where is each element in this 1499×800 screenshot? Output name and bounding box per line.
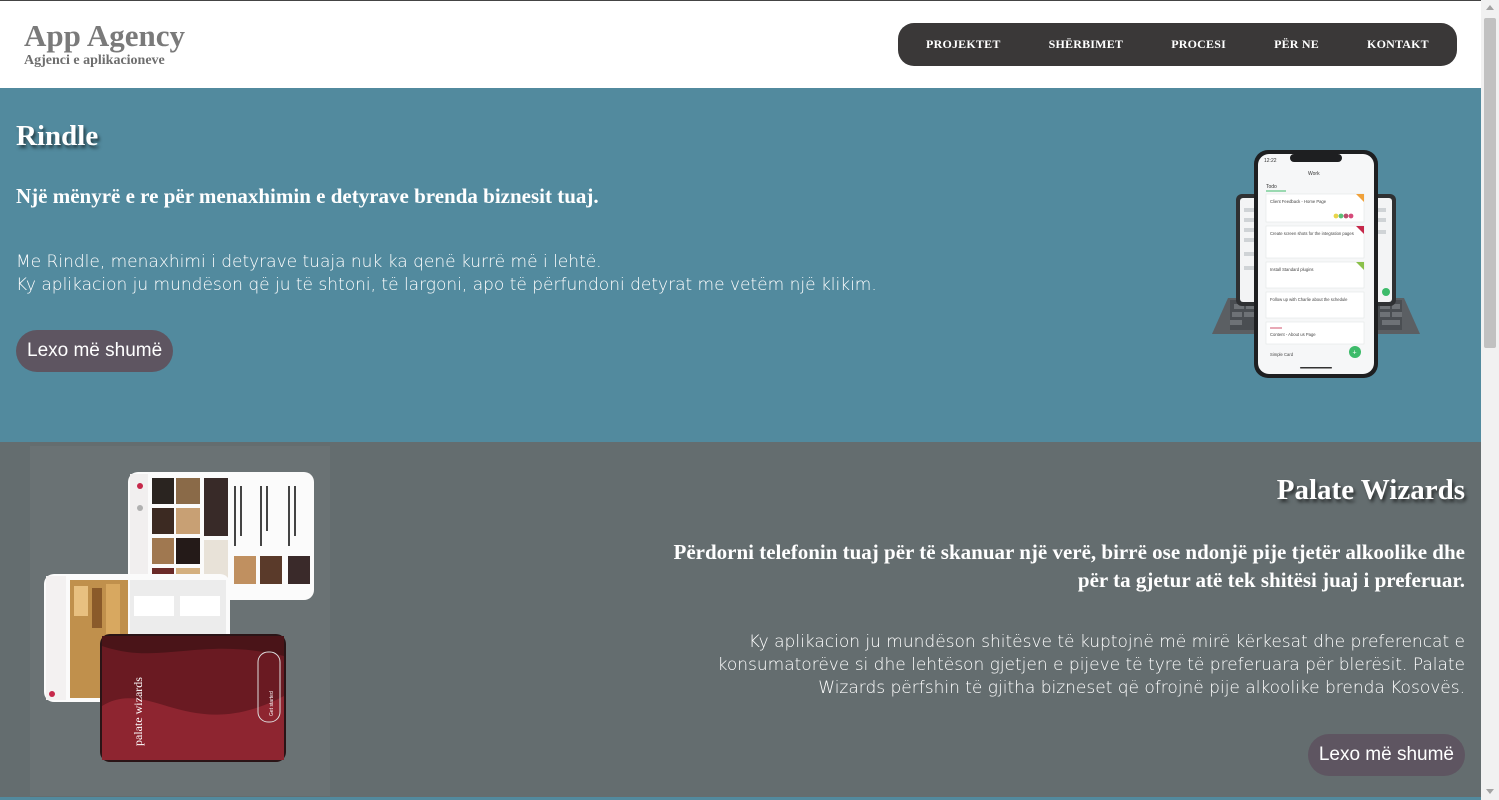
- scroll-down-arrow-icon[interactable]: [1486, 789, 1494, 794]
- nav-per-ne[interactable]: PËR NE: [1274, 37, 1319, 52]
- rindle-description: Me Rindle, menaxhimi i detyrave tuaja nu…: [16, 251, 1016, 297]
- rindle-subtitle: Një mënyrë e re për menaxhimin e detyrav…: [16, 184, 599, 208]
- nav-procesi[interactable]: PROCESI: [1171, 37, 1226, 52]
- phone-time: 12:22: [1264, 158, 1277, 164]
- brand-subtitle: Agjenci e aplikacioneve: [24, 53, 165, 68]
- brand[interactable]: App Agency Agjenci e aplikacioneve: [24, 19, 185, 69]
- rindle-desc-line2: Ky aplikacion ju mundëson që ju të shton…: [16, 275, 877, 295]
- page-scrollbar[interactable]: [1481, 0, 1499, 800]
- svg-text:+: +: [1353, 350, 1357, 357]
- phone-card-2: Create screen shots for the integration …: [1270, 231, 1354, 236]
- phone-footer: Simple Card: [1270, 352, 1294, 357]
- palate-wizards-read-more-button[interactable]: Lexo më shumë: [1307, 734, 1465, 776]
- palate-wizards-title: Palate Wizards: [1276, 474, 1465, 506]
- phone-card-3: Install Standard plugins: [1270, 267, 1314, 272]
- rindle-read-more-button[interactable]: Lexo më shumë: [16, 330, 174, 372]
- site-header: App Agency Agjenci e aplikacioneve PROJE…: [0, 0, 1481, 88]
- phone-card-1: Client Feedback - Home Page: [1270, 199, 1327, 204]
- phone-card-5: Content - About us Page: [1270, 332, 1316, 337]
- palate-wizards-subtitle: Përdorni telefonin tuaj për të skanuar n…: [673, 540, 1466, 592]
- rindle-desc-line1: Me Rindle, menaxhimi i detyrave tuaja nu…: [16, 252, 602, 272]
- scroll-up-arrow-icon[interactable]: [1486, 5, 1494, 10]
- palate-wizards-app-illustration: Get started palate wizards: [30, 446, 330, 796]
- scrollbar-thumb[interactable]: [1484, 18, 1496, 348]
- get-started-label: Get started: [269, 691, 275, 716]
- brand-title[interactable]: App Agency: [24, 19, 185, 53]
- nav-kontakt[interactable]: KONTAKT: [1367, 37, 1429, 52]
- phone-header: Work: [1308, 171, 1320, 177]
- phone-list-title: Todo: [1266, 184, 1277, 190]
- palate-wizards-logo: palate wizards: [131, 677, 145, 746]
- main-nav: PROJEKTET SHËRBIMET PROCESI PËR NE KONTA…: [898, 23, 1457, 66]
- rindle-app-illustration: 12:22 Work Todo Client Feedback - Home P…: [1212, 150, 1420, 378]
- nav-sherbimet[interactable]: SHËRBIMET: [1049, 37, 1124, 52]
- phone-card-4: Follow up with Charlie about the schedul…: [1270, 297, 1348, 302]
- rindle-title: Rindle: [16, 120, 99, 152]
- palate-wizards-description: Ky aplikacion ju mundëson shitësve të ku…: [717, 632, 1465, 698]
- nav-projektet[interactable]: PROJEKTET: [926, 37, 1000, 52]
